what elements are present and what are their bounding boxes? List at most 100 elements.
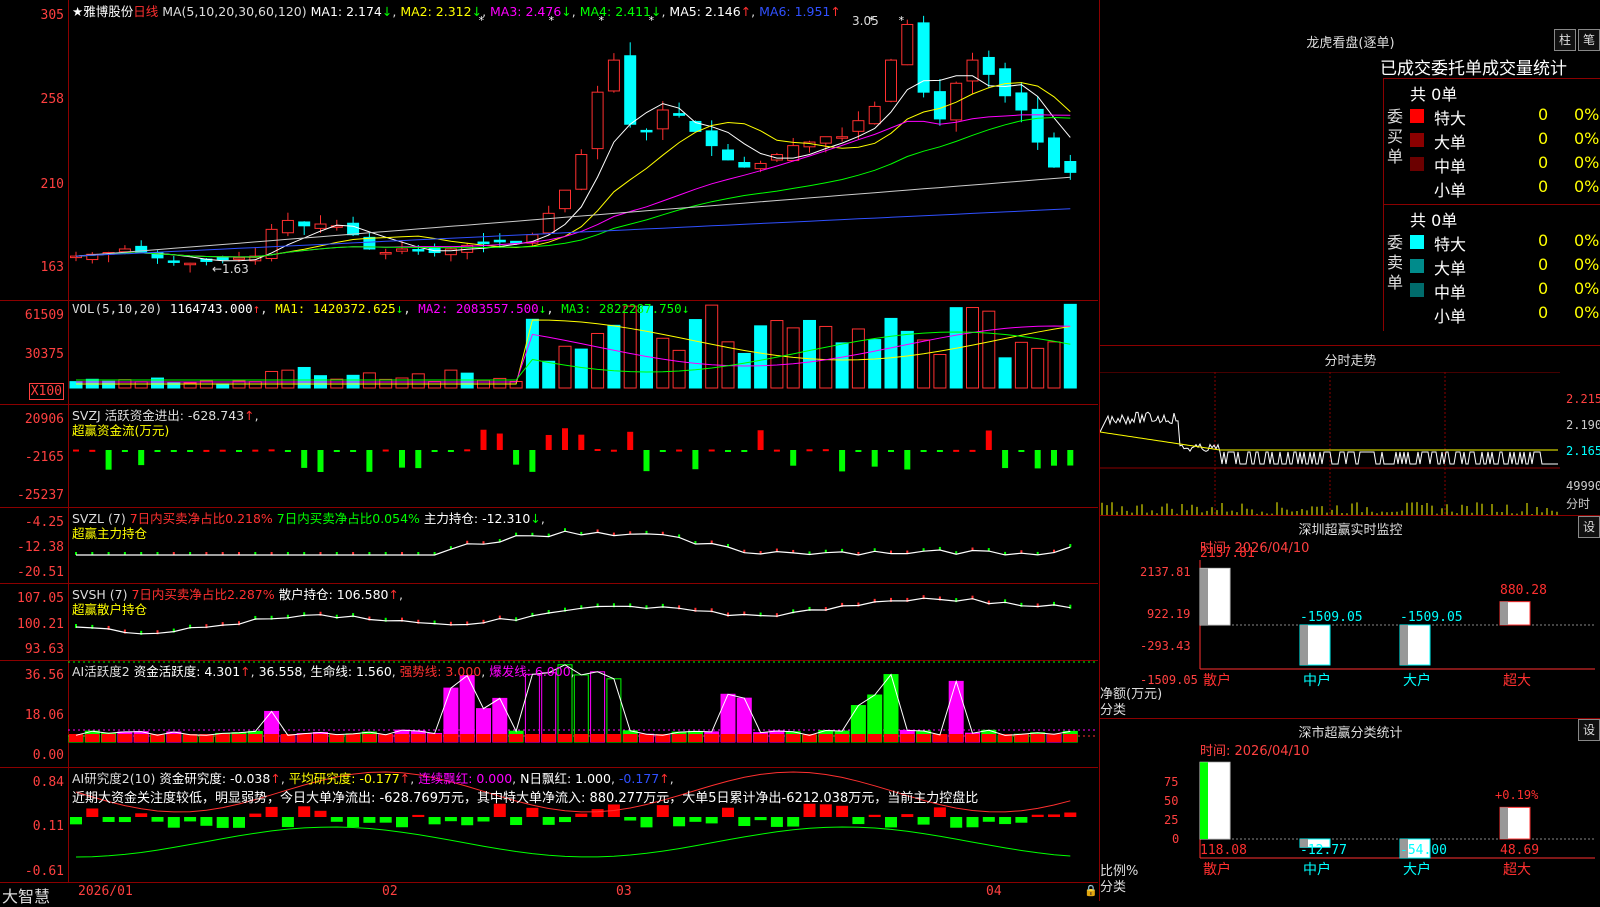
- svzj-bar: [953, 449, 960, 452]
- bar-value-label: -54.00: [1400, 843, 1447, 858]
- svzj-bar: [888, 450, 894, 452]
- ma5-arrow: ↑: [740, 4, 752, 19]
- dragon-subtitle: 已成交委托单成交量统计: [1380, 59, 1567, 79]
- minute-chart[interactable]: [1100, 372, 1600, 516]
- bar-category-label: 中户: [1303, 672, 1331, 689]
- dragon-title: 龙虎看盘(逐单): [1306, 36, 1395, 51]
- svzl-y-axis: -4.25 -12.38 -20.51: [0, 507, 69, 583]
- svsh-y-tick: 100.21: [17, 617, 64, 632]
- ai-research-bar: [510, 817, 523, 826]
- svsh-panel[interactable]: 107.05 100.21 93.63 SVSH (7) 7日内买卖净占比2.2…: [0, 583, 1098, 661]
- ai-active-panel[interactable]: 36.56 18.06 0.00 AI活跃度2 资金活跃度: 4.301↑, 3…: [0, 660, 1098, 768]
- svzj-bar: [920, 450, 927, 452]
- svzl-t3: 主力持仓: -12.310: [423, 511, 531, 526]
- bar-category-label: 大户: [1403, 672, 1431, 689]
- volume-ma2-arrow: ↓: [538, 301, 547, 316]
- sz-monitor-panel[interactable]: 深圳超赢实时监控 设 时间: 2026/04/10 2137.81 散户 -1509…: [1099, 515, 1600, 719]
- kline-y-tick: 163: [40, 260, 64, 275]
- ai-research-panel[interactable]: 0.84 0.11 -0.61 AI研究度2(10) 资金研究度: -0.038…: [0, 767, 1098, 886]
- ai-active-bar: [948, 680, 964, 743]
- kline-candle: [738, 161, 751, 168]
- sz-stats-panel[interactable]: 深市超赢分类统计 设 时间: 2026/04/10 118.08 散户 -12.77…: [1099, 718, 1600, 901]
- kline-candle: [640, 129, 653, 133]
- ai-active-base: [492, 734, 507, 742]
- ai-research-arrow3: ↑: [659, 771, 670, 786]
- category-bar-shade: [1300, 625, 1308, 665]
- kline-candle: [673, 113, 686, 116]
- svzj-bar: [333, 450, 340, 452]
- volume-bar: [1063, 303, 1077, 389]
- ai-research-bar: [933, 807, 946, 817]
- ai-research-bar: [216, 817, 229, 828]
- kline-candle: [233, 257, 245, 260]
- ai-research-bar: [135, 813, 148, 817]
- svzj-bar: [985, 430, 992, 450]
- svzl-panel[interactable]: -4.25 -12.38 -20.51 SVZL (7) 7日内买卖净占比0.2…: [0, 507, 1098, 584]
- kline-candle: [624, 55, 637, 125]
- minute-panel[interactable]: 分时走势 2.215 2.190 2.165 49990 分时: [1099, 345, 1600, 516]
- volume-bar: [672, 349, 686, 389]
- ai-research-bar: [1048, 814, 1060, 817]
- svzj-bar: [562, 428, 568, 450]
- kline-candle: [281, 219, 294, 234]
- dragon-row-qty: 0: [1538, 177, 1549, 196]
- volume-bar: [688, 319, 702, 389]
- dragon-row-qty: 0: [1538, 303, 1549, 322]
- tick-mode-button[interactable]: 笔: [1578, 29, 1600, 51]
- bar-mode-button[interactable]: 柱: [1554, 29, 1576, 51]
- ai-research-bar: [705, 817, 718, 824]
- svzj-bar: [105, 450, 112, 470]
- lock-icon[interactable]: 🔒: [1084, 884, 1098, 897]
- bar-value-label: -12.77: [1300, 843, 1347, 858]
- kline-candle: [412, 249, 425, 252]
- svzj-bar: [790, 450, 797, 466]
- svzj-bar: [89, 449, 96, 452]
- sz-stats-chart[interactable]: 118.08 散户 -12.77 中户 -54.00 大户 48.69 超大 +0.19%: [1100, 719, 1600, 901]
- ma-line: [75, 176, 1071, 257]
- ai-research-bar: [330, 817, 343, 822]
- volume-panel[interactable]: 61509 30375 X100 VOL(5,10,20) 1164743.00…: [0, 300, 1098, 405]
- ai-research-bar: [819, 804, 832, 817]
- ai-active-base: [623, 734, 638, 742]
- ai-active-base: [541, 734, 556, 742]
- ai-active-bar: [541, 672, 557, 743]
- category-bar-shade: [1500, 807, 1508, 839]
- svzj-bar: [513, 450, 520, 465]
- dragon-swatch: [1410, 307, 1424, 321]
- szm-xlabel: 分类: [1100, 703, 1127, 718]
- kline-chart[interactable]: * * * * * *: [68, 0, 1098, 300]
- kline-panel[interactable]: 305 258 210 163 * * * * * * ★雅博股份日线 MA(5,10,2…: [0, 0, 1098, 301]
- svzj-bar: [904, 450, 911, 470]
- dragon-row: 特大 0 0%: [1408, 231, 1600, 254]
- ai-active-y-axis: 36.56 18.06 0.00: [0, 660, 69, 767]
- ai-active-base: [704, 734, 719, 742]
- svzj-bar: [529, 450, 536, 472]
- bar-value-label: -1509.05: [1400, 610, 1463, 625]
- kline-candle: [396, 248, 408, 252]
- stock-name[interactable]: ★雅博股份: [72, 4, 133, 19]
- ai-research-bar: [901, 814, 914, 817]
- dragon-table: 委买单共 0单 特大 0 0% 大单 0 0% 中单 0 0% 小单 0 0% 委卖单共 0单 特大 0 0%…: [1383, 78, 1600, 331]
- kline-candle: [705, 130, 718, 147]
- period-label[interactable]: 日线: [133, 4, 158, 19]
- category-bar-shade: [1500, 601, 1508, 625]
- ai-research-bar: [151, 817, 164, 822]
- brand-label[interactable]: 大智慧: [2, 883, 50, 907]
- svzj-bar: [415, 450, 422, 469]
- svzj-panel[interactable]: 20906 -2165 -25237 SVZJ 活跃资金进出: -628.743…: [0, 404, 1098, 508]
- ai-research-bar: [412, 814, 425, 817]
- ai-active-header: AI活跃度2 资金活跃度: 4.301↑, 36.558, 生命线: 1.560…: [72, 664, 575, 679]
- ai-active-t2: 36.558: [258, 664, 303, 679]
- ai-active-base: [672, 734, 687, 742]
- ai-active-base: [166, 734, 181, 742]
- volume-bar: [884, 317, 898, 389]
- ai-research-arrow1: ↑: [270, 771, 281, 786]
- dragon-row-qty: 0: [1538, 279, 1549, 298]
- svzj-bar: [121, 450, 128, 452]
- kline-candle: [298, 221, 311, 227]
- dragon-panel[interactable]: 龙虎看盘(逐单) 柱 笔 已成交委托单成交量统计 委买单共 0单 特大 0 0% 大单 0…: [1099, 0, 1600, 345]
- volume-bar: [542, 360, 556, 389]
- volume-bar: [982, 310, 996, 389]
- svzj-y-tick: -2165: [24, 450, 64, 465]
- volume-bar: [69, 381, 83, 389]
